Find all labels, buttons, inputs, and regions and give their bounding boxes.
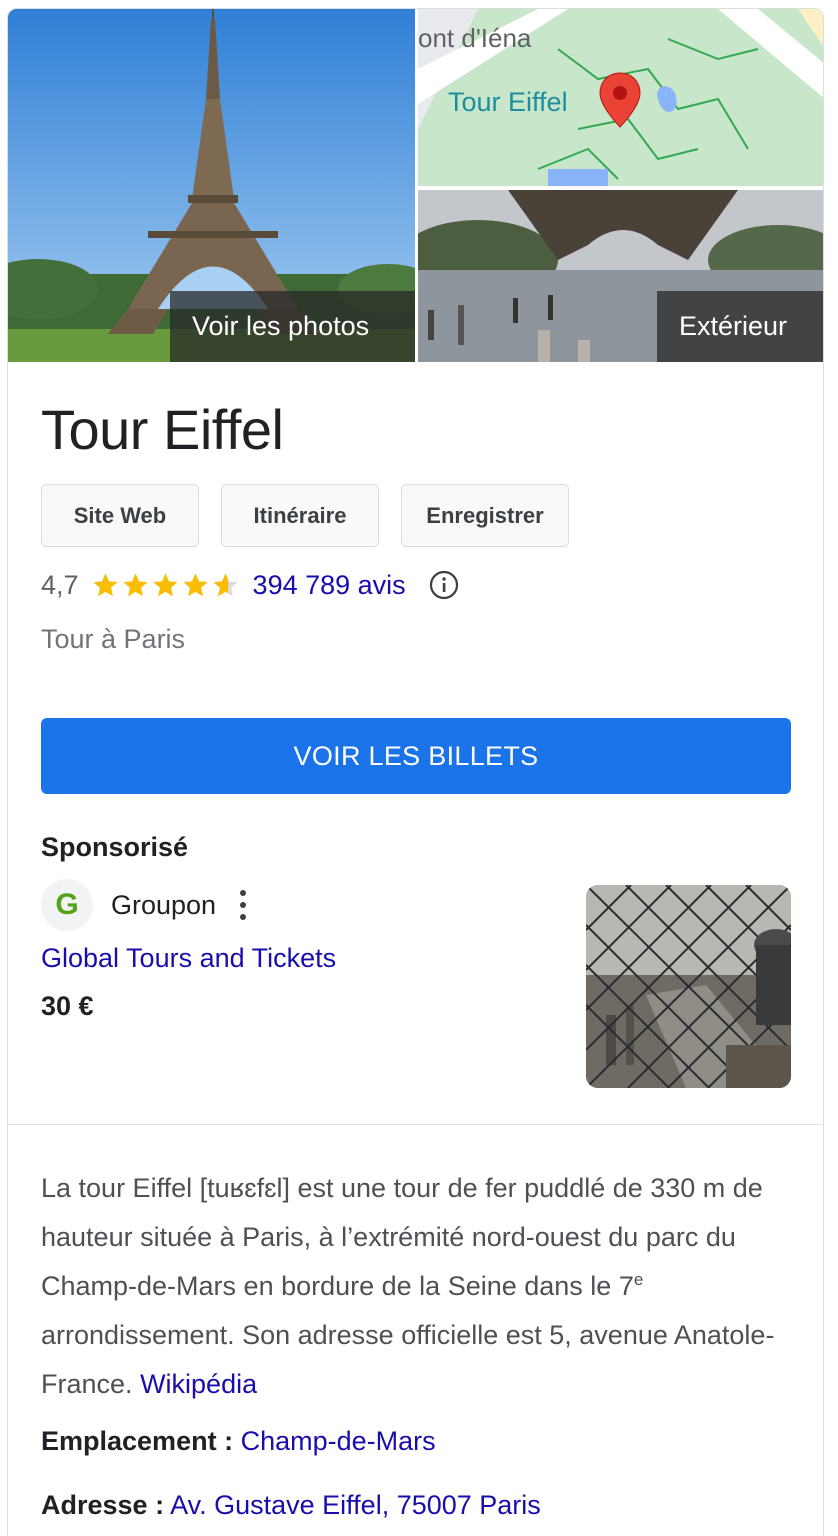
more-options-icon[interactable] [238,890,248,920]
directions-button[interactable]: Itinéraire [221,484,379,547]
place-title: Tour Eiffel [41,398,284,461]
wikipedia-link[interactable]: Wikipédia [140,1369,257,1399]
map-pin-icon [599,72,641,128]
map-street-label: ont d'Iéna [418,23,532,53]
star-icon [152,572,178,596]
place-description: La tour Eiffel [tuʁɛfɛl] est une tour de… [41,1164,796,1409]
offer-title-link[interactable]: Global Tours and Tickets [41,943,336,974]
description-text: La tour Eiffel [tuʁɛfɛl] est une tour de… [41,1173,763,1301]
sponsored-label: Sponsorisé [41,832,189,862]
location-row: Emplacement : Champ-de-Mars [41,1426,436,1457]
offer-thumbnail-illustration [586,885,791,1088]
star-icon [92,572,118,596]
view-photos-label: Voir les photos [170,291,415,362]
exterior-label: Extérieur [657,291,823,362]
map-place-label: Tour Eiffel [448,87,568,117]
offer-price: 30 € [41,991,94,1021]
star-icon [122,572,148,596]
eiffel-tower-photo[interactable]: Voir les photos [8,9,415,362]
reviews-link[interactable]: 394 789 avis [253,570,406,601]
address-label: Adresse : [41,1490,165,1520]
rating-row: 4,7 394 789 avis [41,565,460,605]
map-thumbnail[interactable]: ont d'Iéna Tour Eiffel [418,9,823,186]
offer-thumbnail[interactable] [586,885,791,1088]
advertiser-row: G Groupon [41,879,248,931]
star-rating [91,571,241,600]
star-icon [182,572,208,596]
tickets-button[interactable]: VOIR LES BILLETS [41,718,791,794]
address-link[interactable]: Av. Gustave Eiffel, 75007 Paris [170,1490,541,1520]
section-divider [8,1124,823,1125]
half-star-icon [212,572,238,596]
save-button[interactable]: Enregistrer [401,484,569,547]
website-button[interactable]: Site Web [41,484,199,547]
place-category: Tour à Paris [41,624,186,654]
location-label: Emplacement : [41,1426,234,1456]
advertiser-name: Groupon [111,889,217,920]
address-row: Adresse : Av. Gustave Eiffel, 75007 Pari… [41,1490,541,1521]
info-icon[interactable] [428,569,460,601]
groupon-logo-letter: G [55,888,79,921]
description-superscript: e [633,1270,644,1289]
rating-value: 4,7 [41,569,79,600]
image-gallery: Voir les photos ont d'Iéna Tour Eiffel E… [8,9,823,362]
knowledge-panel: Voir les photos ont d'Iéna Tour Eiffel E… [7,8,824,1536]
groupon-logo: G [41,879,93,931]
location-link[interactable]: Champ-de-Mars [241,1426,436,1456]
exterior-photo[interactable]: Extérieur [418,190,823,362]
